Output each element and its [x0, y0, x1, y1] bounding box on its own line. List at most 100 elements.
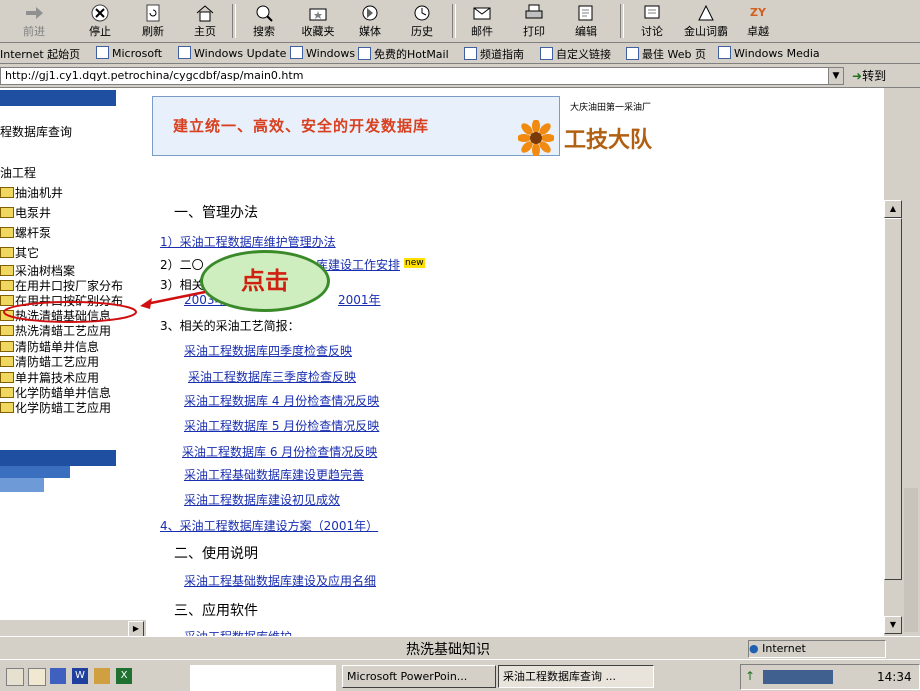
address-dropdown[interactable]: ▼: [828, 67, 844, 85]
go-button[interactable]: ➜转到: [852, 67, 912, 85]
zhuoyue-logo-icon: ZY: [750, 6, 766, 19]
link-usage[interactable]: 采油工程基础数据库建设及应用名细: [184, 572, 376, 589]
edit-icon: [578, 5, 593, 21]
zhuoyue-button[interactable]: ZY 卓越: [736, 2, 780, 40]
tree-item[interactable]: 螺杆泵: [0, 224, 51, 241]
task-ie-active[interactable]: 采油工程数据库查询 ...: [498, 665, 654, 688]
link-internet-start[interactable]: Internet 起始页: [0, 46, 80, 62]
brief-link[interactable]: 采油工程数据库 4 月份检查情况反映: [184, 392, 379, 409]
brief-link[interactable]: 采油工程基础数据库建设更趋完善: [184, 466, 364, 483]
refresh-icon: [146, 4, 160, 22]
brief-link[interactable]: 采油工程数据库 5 月份检查情况反映: [184, 417, 379, 434]
link-windows-media[interactable]: Windows Media: [718, 46, 820, 60]
tree-item[interactable]: 清防蜡工艺应用: [0, 353, 99, 370]
page-icon: [626, 47, 639, 60]
mail-button[interactable]: 邮件: [460, 2, 504, 40]
banner-team: 工技大队: [564, 128, 653, 153]
home-button[interactable]: 主页: [183, 2, 227, 40]
favorites-button[interactable]: 收藏夹: [296, 2, 340, 40]
folder-icon: [0, 356, 14, 367]
banner: 建立统一、高效、安全的开发数据库: [152, 96, 560, 156]
toolbar-separator: [232, 4, 236, 38]
scroll-up-icon[interactable]: ▲: [884, 200, 902, 218]
quicklaunch-app-icon[interactable]: [94, 668, 110, 684]
printer-icon: [525, 4, 543, 19]
scroll-thumb[interactable]: [884, 218, 902, 580]
dictionary-icon: [698, 4, 714, 21]
word-icon[interactable]: W: [72, 668, 88, 684]
link-work-arrangement[interactable]: 库建设工作安排: [316, 256, 400, 273]
link-channel-guide[interactable]: 频道指南: [464, 46, 524, 62]
scroll-right-icon[interactable]: ▶: [128, 621, 144, 637]
link-plan-2001[interactable]: 4、采油工程数据库建设方案（2001年）: [160, 517, 378, 534]
task-powerpoint[interactable]: Microsoft PowerPoin...: [342, 665, 496, 688]
link-microsoft[interactable]: Microsoft: [96, 46, 162, 60]
page-icon: [358, 47, 371, 60]
search-button[interactable]: 搜索: [242, 2, 286, 40]
status-caption: 热洗基础知识: [406, 642, 490, 658]
media-button[interactable]: 媒体: [348, 2, 392, 40]
tree-item[interactable]: 化学防蜡工艺应用: [0, 399, 111, 416]
toolbar-separator: [452, 4, 456, 38]
discuss-button[interactable]: 讨论: [630, 2, 674, 40]
clock: 14:34: [877, 670, 912, 684]
link-software[interactable]: 采油工程数据库维护: [184, 628, 292, 636]
folder-icon: [0, 187, 14, 198]
tree-item[interactable]: 电泵井: [0, 204, 51, 221]
home-icon: [196, 5, 214, 22]
decor-bar: [0, 478, 44, 492]
scroll-down-icon[interactable]: ▼: [884, 616, 902, 634]
system-tray: ↑ 14:34: [740, 664, 920, 690]
left-frame: 程数据库查询 油工程 抽油机井 电泵井 螺杆泵 其它 采油树档案 在用井口按厂家…: [0, 88, 146, 636]
chevron-down-icon: ▼: [832, 71, 840, 81]
left-horizontal-scrollbar[interactable]: ▶: [0, 620, 146, 637]
main-frame: 建立统一、高效、安全的开发数据库 大庆油田第一采油厂 工技大队 一、管理办法 1…: [146, 88, 884, 636]
history-button[interactable]: 历史: [400, 2, 444, 40]
banner-org: 大庆油田第一采油厂: [570, 103, 652, 113]
brief-link[interactable]: 采油工程数据库三季度检查反映: [188, 368, 356, 385]
quicklaunch-ie-icon[interactable]: [6, 668, 24, 686]
tree-item[interactable]: 油工程: [0, 164, 36, 181]
folder-icon: [0, 247, 14, 258]
folder-icon: [0, 227, 14, 238]
taskbar: W X Microsoft PowerPoin... 采油工程数据库查询 ...…: [0, 659, 920, 691]
zone-panel: ● Internet: [748, 640, 886, 658]
link-windows[interactable]: Windows: [290, 46, 355, 60]
new-badge: new: [404, 258, 425, 268]
quicklaunch-outlook-icon[interactable]: [50, 668, 66, 684]
decor-bar: [0, 450, 116, 466]
tray-arrow-icon[interactable]: ↑: [745, 669, 755, 683]
jinshan-button[interactable]: 金山词霸: [680, 2, 732, 40]
brief-link[interactable]: 采油工程数据库四季度检查反映: [184, 342, 352, 359]
link-hotmail[interactable]: 免费的HotMail: [358, 46, 449, 62]
folder-icon: [0, 207, 14, 218]
brief-link[interactable]: 采油工程数据库建设初见成效: [184, 491, 340, 508]
section-heading: 一、管理办法: [174, 205, 258, 221]
tree-item[interactable]: 抽油机井: [0, 184, 63, 201]
section-heading: 二、使用说明: [174, 546, 258, 562]
folder-icon: [0, 402, 14, 413]
stop-button[interactable]: 停止: [78, 2, 122, 40]
link-maintenance-rules[interactable]: 1）采油工程数据库维护管理办法: [160, 233, 336, 250]
page-icon: [464, 47, 477, 60]
edit-button[interactable]: 编辑: [564, 2, 608, 40]
discuss-icon: [644, 5, 660, 19]
toolbar-separator: [620, 4, 624, 38]
forward-button[interactable]: 前进: [12, 2, 56, 40]
tree-item[interactable]: 其它: [0, 244, 39, 261]
quicklaunch-desktop-icon[interactable]: [28, 668, 46, 686]
toolbar: 前进 停止 刷新 主页 搜索 收藏夹 媒体 历史 邮件 打印 编辑 讨论 金山词…: [0, 0, 920, 43]
callout-bubble: 点击: [200, 250, 330, 312]
section-heading: 三、应用软件: [174, 603, 258, 619]
address-input[interactable]: http://gj1.cy1.dqyt.petrochina/cygcdbf/a…: [0, 67, 831, 85]
link-custom[interactable]: 自定义链接: [540, 46, 611, 62]
link-best-web[interactable]: 最佳 Web 页: [626, 46, 706, 62]
excel-icon[interactable]: X: [116, 668, 132, 684]
refresh-button[interactable]: 刷新: [131, 2, 175, 40]
vertical-scrollbar[interactable]: ▲ ▼: [884, 88, 920, 636]
link-windows-update[interactable]: Windows Update: [178, 46, 286, 60]
link-year-2001[interactable]: 2001年: [338, 291, 381, 308]
print-button[interactable]: 打印: [512, 2, 556, 40]
brief-link[interactable]: 采油工程数据库 6 月份检查情况反映: [182, 443, 377, 460]
tray-icons[interactable]: [763, 670, 833, 684]
